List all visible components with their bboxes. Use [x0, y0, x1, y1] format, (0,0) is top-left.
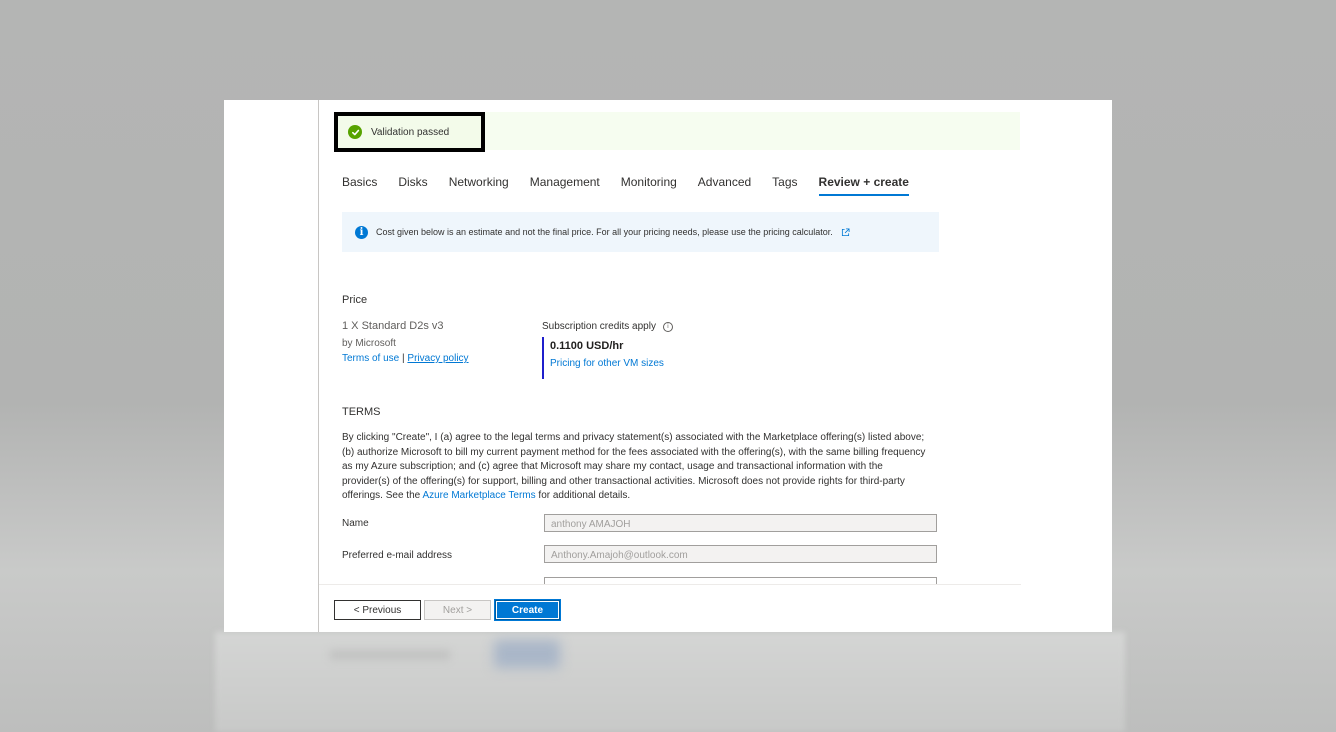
email-field[interactable] — [544, 545, 937, 563]
subscription-credits-label: Subscription credits apply i — [542, 321, 673, 332]
terms-of-use-link[interactable]: Terms of use — [342, 353, 399, 364]
legal-links: Terms of use | Privacy policy — [342, 353, 469, 364]
email-label: Preferred e-mail address — [342, 550, 453, 561]
terms-trailer: for additional details. — [535, 490, 631, 502]
validation-status: Validation passed — [334, 112, 485, 152]
external-link-icon[interactable] — [841, 227, 850, 237]
product-publisher: by Microsoft — [342, 338, 396, 349]
footer-divider — [319, 584, 1021, 585]
background-blur-button — [494, 640, 560, 668]
name-label: Name — [342, 518, 369, 529]
tab-management[interactable]: Management — [530, 175, 600, 194]
pricing-info-text: Cost given below is an estimate and not … — [376, 227, 833, 237]
price-accent-bar — [542, 337, 544, 379]
info-icon: i — [355, 225, 368, 239]
tab-review-create[interactable]: Review + create — [818, 175, 909, 196]
credits-info-icon[interactable]: i — [662, 321, 673, 332]
next-button[interactable]: Next > — [424, 600, 491, 620]
name-field[interactable] — [544, 514, 937, 532]
background-page-blur — [215, 632, 1125, 732]
tab-advanced[interactable]: Advanced — [698, 175, 751, 194]
other-vm-sizes-link[interactable]: Pricing for other VM sizes — [550, 358, 664, 369]
validation-message: Validation passed — [371, 126, 450, 138]
terms-text: By clicking "Create", I (a) agree to the… — [342, 431, 932, 504]
tab-networking[interactable]: Networking — [449, 175, 509, 194]
product-name: 1 X Standard D2s v3 — [342, 320, 444, 332]
link-separator: | — [402, 353, 405, 364]
success-check-icon — [348, 125, 362, 139]
scroll-content[interactable]: Validation passed Basics Disks Networkin… — [319, 100, 1024, 584]
price-section-title: Price — [342, 294, 368, 306]
tab-monitoring[interactable]: Monitoring — [621, 175, 677, 194]
previous-button[interactable]: < Previous — [334, 600, 421, 620]
tab-basics[interactable]: Basics — [342, 175, 377, 194]
hourly-price: 0.1100 USD/hr — [550, 340, 624, 352]
tab-disks[interactable]: Disks — [398, 175, 427, 194]
marketplace-terms-link[interactable]: Azure Marketplace Terms — [422, 490, 535, 501]
review-create-panel: Validation passed Basics Disks Networkin… — [224, 100, 1112, 632]
tab-tags[interactable]: Tags — [772, 175, 797, 194]
privacy-policy-link[interactable]: Privacy policy — [407, 353, 468, 364]
create-button[interactable]: Create — [494, 599, 561, 621]
pricing-info-banner: i Cost given below is an estimate and no… — [342, 212, 939, 252]
wizard-tabs: Basics Disks Networking Management Monit… — [342, 175, 909, 197]
terms-section-title: TERMS — [342, 406, 381, 418]
background-blur-text — [330, 650, 450, 660]
credits-text: Subscription credits apply — [542, 321, 656, 332]
phone-field[interactable] — [544, 577, 937, 584]
